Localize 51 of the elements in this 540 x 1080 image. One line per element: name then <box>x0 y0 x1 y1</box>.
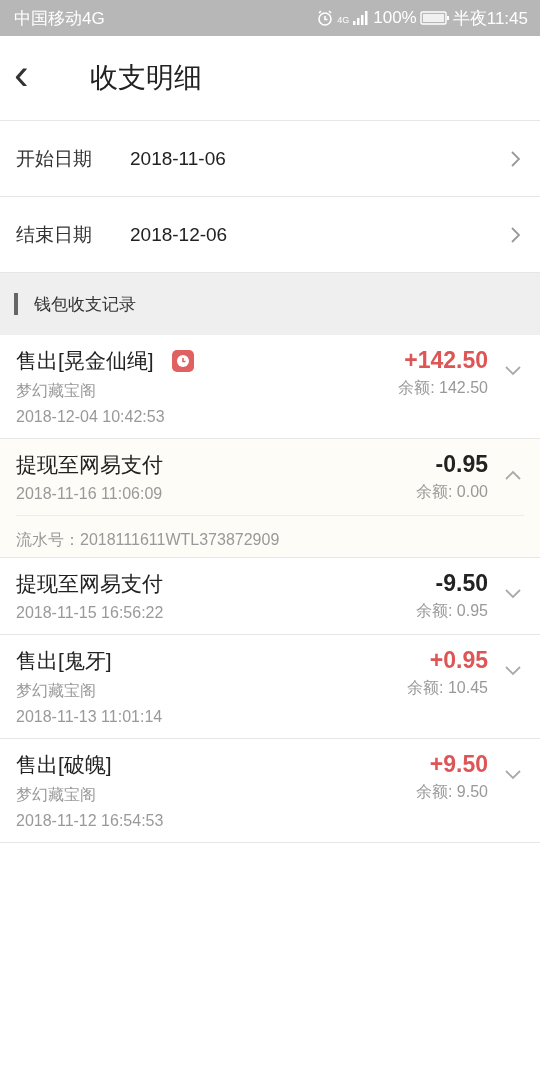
filter-date: 2018-12-06 <box>130 223 229 246</box>
network-type: 4G <box>337 14 350 25</box>
record-balance: 余额: 0.00 <box>415 482 488 502</box>
chevron-down-icon[interactable] <box>504 588 522 600</box>
record-balance: 余额: 142.50 <box>398 378 488 398</box>
record-balance: 余额: 0.95 <box>415 601 488 621</box>
record-title: 提现至网易支付 <box>16 452 163 478</box>
record-source: 梦幻藏宝阁 <box>16 785 97 805</box>
back-button[interactable]: ‹ <box>14 52 74 104</box>
battery-icon <box>419 10 450 26</box>
chevron-right-icon <box>510 149 522 168</box>
record-amount: -0.95 <box>435 451 488 478</box>
section-title: 钱包收支记录 <box>34 293 136 316</box>
record-balance: 余额: 10.45 <box>407 678 488 698</box>
record-source: 梦幻藏宝阁 <box>16 681 97 701</box>
record-balance: 余额: 9.50 <box>415 782 488 802</box>
date-filter-row[interactable]: 开始日期 2018-11-06 <box>0 121 540 197</box>
record-amount: +142.50 <box>404 347 488 374</box>
record-amount: +0.95 <box>429 647 488 674</box>
battery-percent: 100% <box>373 8 417 28</box>
record-item[interactable]: 售出[破魄] 梦幻藏宝阁 2018-11-12 16:54:53 +9.50 余额: 9.50 <box>0 739 540 843</box>
clock-time: 半夜11:45 <box>452 7 528 30</box>
record-item[interactable]: 提现至网易支付 2018-11-16 11:06:09 -0.95 余额: 0.00 流水号：2018111611WTL373872909 <box>0 439 540 558</box>
section-marker <box>14 293 18 315</box>
alarm-clock-icon <box>316 9 335 27</box>
page-title: 收支明细 <box>90 61 202 95</box>
record-title: 售出[鬼牙] <box>16 648 112 674</box>
record-source: 梦幻藏宝阁 <box>16 381 97 401</box>
signal-icon <box>352 10 371 26</box>
record-item[interactable]: 提现至网易支付 2018-11-15 16:56:22 -9.50 余额: 0.95 <box>0 558 540 635</box>
record-title: 售出[晃金仙绳] <box>16 348 154 374</box>
record-time: 2018-12-04 10:42:53 <box>16 408 166 426</box>
carrier-name: 中国移动4G <box>14 7 105 30</box>
record-amount: -9.50 <box>435 570 488 597</box>
serial-number: 流水号：2018111611WTL373872909 <box>16 531 280 548</box>
filter-label: 结束日期 <box>16 222 93 247</box>
filter-date: 2018-11-06 <box>130 147 227 170</box>
filter-label: 开始日期 <box>16 146 93 171</box>
record-item[interactable]: 售出[鬼牙] 梦幻藏宝阁 2018-11-13 11:01:14 +0.95 余额: 10.45 <box>0 635 540 739</box>
chevron-down-icon[interactable] <box>504 665 522 677</box>
record-title: 售出[破魄] <box>16 752 112 778</box>
record-title: 提现至网易支付 <box>16 571 163 597</box>
chevron-up-icon[interactable] <box>504 469 522 481</box>
chevron-down-icon[interactable] <box>504 365 522 377</box>
record-amount: +9.50 <box>429 751 488 778</box>
record-time: 2018-11-16 11:06:09 <box>16 485 164 503</box>
chevron-down-icon[interactable] <box>504 769 522 781</box>
chevron-right-icon <box>510 225 522 244</box>
record-time: 2018-11-12 16:54:53 <box>16 812 165 830</box>
record-time: 2018-11-13 11:01:14 <box>16 708 164 726</box>
record-time: 2018-11-15 16:56:22 <box>16 604 165 622</box>
